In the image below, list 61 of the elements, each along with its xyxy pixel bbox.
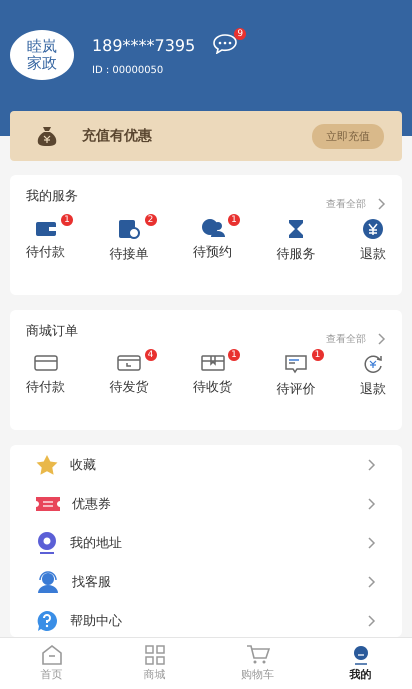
status-shortcut[interactable]: 待付款 1 [17,213,74,263]
people-icon [200,219,224,237]
menu-label: 帮助中心 [70,612,123,630]
status-shortcut[interactable]: 待发货 4 [100,348,158,398]
status-shortcut[interactable]: 待服务 [268,213,324,263]
cart-icon [246,645,270,665]
phone-number: 189****7395 [92,36,196,55]
count-badge: 2 [144,214,156,226]
ticket-icon [36,496,60,510]
count-badge: 1 [312,349,324,361]
location-pin-icon [36,532,58,554]
menu-item[interactable]: 帮助中心 [26,601,386,637]
refund-icon [362,354,384,374]
comment-icon [284,354,308,374]
menu-item[interactable]: 找客服 [26,562,386,601]
wallet-icon [34,219,56,237]
status-shortcut[interactable]: 待收货 1 [184,348,241,398]
chevron-icon [368,576,376,588]
message-badge: 9 [234,28,246,40]
package-icon [200,354,224,372]
home-icon [40,645,62,665]
menu-label: 找客服 [72,574,112,590]
hourglass-icon [286,219,306,239]
headset-person-icon [36,570,60,592]
menu-label: 收藏 [70,456,97,474]
status-shortcut[interactable]: 退款 [351,213,395,263]
tab[interactable]: 我的 [309,638,412,689]
box-icon [117,354,141,372]
card-icon [34,354,58,372]
section-title: 商城订单 [26,323,78,340]
chevron-icon [368,536,376,548]
status-shortcut[interactable]: 待评价 1 [268,348,324,398]
status-shortcut[interactable]: 待预约 1 [184,213,241,263]
chevron-icon [368,614,376,626]
recharge-title: 充值有优惠 [82,127,153,145]
yuan-coin-icon [363,219,383,239]
section-title: 我的服务 [26,188,78,205]
menu-item[interactable]: 收藏 [26,445,386,484]
chevron-icon [368,498,376,510]
menu-item[interactable]: 我的地址 [26,523,386,562]
count-badge: 1 [61,214,73,226]
count-badge: 1 [228,214,240,226]
money-bag-icon [36,126,58,146]
status-shortcut[interactable]: 待付款 [17,348,74,398]
chevron-icon [378,333,386,345]
status-shortcut[interactable]: 待接单 2 [100,213,158,263]
menu-label: 我的地址 [70,534,123,552]
chevron-icon [368,458,376,470]
calendar-clock-icon [118,219,140,239]
menu-item[interactable]: 优惠券 [26,484,386,523]
star-icon [36,454,58,474]
logo: 睦岚 家政 [10,30,74,80]
help-icon [36,610,58,632]
message-icon[interactable] [213,34,238,54]
status-shortcut[interactable]: 退款 [351,348,395,398]
chevron-icon [378,198,386,210]
grid-icon [144,645,166,665]
count-badge: 4 [144,349,156,361]
count-badge: 1 [228,349,240,361]
user-id: ID : 00000050 [92,65,164,76]
menu-label: 优惠券 [72,496,112,512]
